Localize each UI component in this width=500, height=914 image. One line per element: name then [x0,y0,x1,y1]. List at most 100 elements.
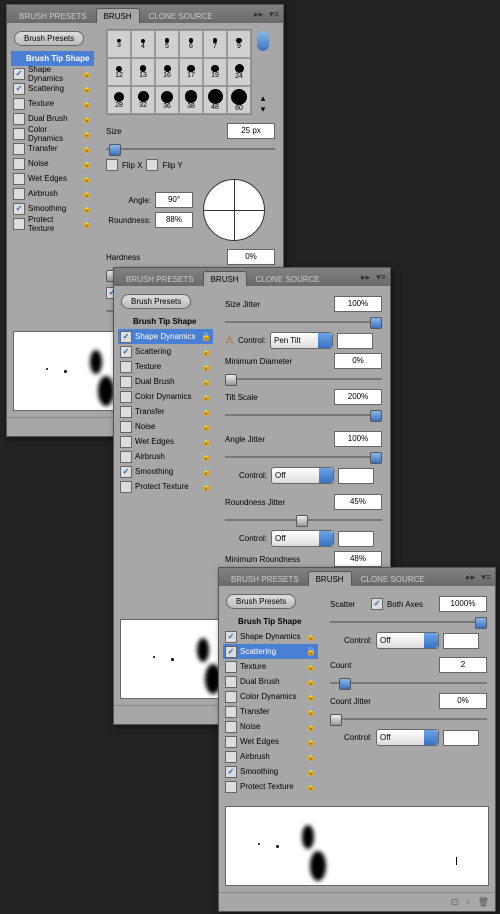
brush-swatch[interactable]: 60 [227,86,251,114]
brush-grid-scroll[interactable]: ▴▾ [256,29,270,115]
lock-icon[interactable]: 🔒 [306,752,316,762]
sidebar-item-airbrush[interactable]: Airbrush🔒 [223,749,318,764]
checkbox-icon[interactable] [225,661,237,673]
brush-swatch[interactable]: 48 [203,86,227,114]
angle-jitter-input[interactable]: 100% [334,431,382,447]
checkbox-icon[interactable] [225,631,237,643]
tab-clone-source[interactable]: CLONE SOURCE [141,8,221,23]
sidebar-item-airbrush[interactable]: Airbrush🔒 [11,186,94,201]
sidebar-item-scattering[interactable]: Scattering🔒 [11,81,94,96]
checkbox-icon[interactable] [120,406,132,418]
brush-swatch[interactable]: 16 [155,58,179,86]
brush-swatch[interactable]: 17 [179,58,203,86]
lock-icon[interactable]: 🔒 [82,129,92,139]
min-roundness-input[interactable]: 48% [334,551,382,567]
count-slider[interactable] [330,677,487,689]
sidebar-item-scattering[interactable]: Scattering🔒 [118,344,213,359]
brush-swatch[interactable]: 36 [155,86,179,114]
checkbox-icon[interactable] [13,83,25,95]
count-jitter-slider[interactable] [330,713,487,725]
sidebar-item-color-dynamics[interactable]: Color Dynamics🔒 [223,689,318,704]
checkbox-icon[interactable] [120,376,132,388]
brush-swatch[interactable]: 7 [203,30,227,58]
collapse-icon[interactable]: ▸▸ [466,572,475,583]
lock-icon[interactable]: 🔒 [201,377,211,387]
roundness-jitter-slider[interactable] [225,514,382,526]
checkbox-icon[interactable] [13,158,25,170]
brush-swatch[interactable]: 28 [107,86,131,114]
sidebar-item-protect-texture[interactable]: Protect Texture🔒 [11,216,94,231]
brush-presets-button[interactable]: Brush Presets [226,594,296,609]
lock-icon[interactable]: 🔒 [82,69,92,79]
both-axes-checkbox[interactable] [371,598,383,610]
roundness-input[interactable]: 88% [155,212,193,228]
brush-presets-button[interactable]: Brush Presets [14,31,84,46]
lock-icon[interactable]: 🔒 [306,662,316,672]
lock-icon[interactable]: 🔒 [201,332,211,342]
checkbox-icon[interactable] [225,706,237,718]
sidebar-item-shape-dynamics[interactable]: Shape Dynamics🔒 [223,629,318,644]
flipx-checkbox[interactable] [106,159,118,171]
control-value-2[interactable] [338,468,374,484]
arrow-up-icon[interactable]: ▴ [261,93,266,104]
sidebar-item-texture[interactable]: Texture🔒 [11,96,94,111]
menu-icon[interactable]: ▾≡ [481,572,491,583]
checkbox-icon[interactable] [225,676,237,688]
checkbox-icon[interactable] [13,218,25,230]
sidebar-item-protect-texture[interactable]: Protect Texture🔒 [223,779,318,794]
lock-icon[interactable]: 🔒 [306,677,316,687]
checkbox-icon[interactable] [225,721,237,733]
sidebar-item-airbrush[interactable]: Airbrush🔒 [118,449,213,464]
hardness-input[interactable]: 0% [227,249,275,265]
checkbox-icon[interactable] [120,421,132,433]
brush-swatch[interactable]: 9 [227,30,251,58]
checkbox-icon[interactable] [13,128,25,140]
sidebar-item-dual-brush[interactable]: Dual Brush🔒 [223,674,318,689]
sidebar-item-smoothing[interactable]: Smoothing🔒 [223,764,318,779]
sidebar-item-color-dynamics[interactable]: Color Dynamics🔒 [118,389,213,404]
size-slider[interactable] [106,143,275,155]
checkbox-icon[interactable] [120,346,132,358]
min-diameter-slider[interactable] [225,373,382,385]
checkbox-icon[interactable] [225,736,237,748]
checkbox-icon[interactable] [13,113,25,125]
lock-icon[interactable]: 🔒 [82,204,92,214]
angle-jitter-slider[interactable] [225,451,382,463]
lock-icon[interactable]: 🔒 [201,437,211,447]
sidebar-item-scattering[interactable]: Scattering🔒 [223,644,318,659]
brush-swatch[interactable]: 13 [131,58,155,86]
lock-icon[interactable]: 🔒 [306,692,316,702]
count-jitter-control-value[interactable] [443,730,479,746]
sidebar-brush-tip[interactable]: Brush Tip Shape [223,614,318,629]
checkbox-icon[interactable] [225,781,237,793]
angle-input[interactable]: 90° [155,192,193,208]
sidebar-item-texture[interactable]: Texture🔒 [118,359,213,374]
brush-swatch[interactable]: 19 [203,58,227,86]
lock-icon[interactable]: 🔒 [82,219,92,229]
brush-swatch[interactable]: 38 [179,86,203,114]
checkbox-icon[interactable] [13,203,25,215]
lock-icon[interactable]: 🔒 [201,392,211,402]
brush-presets-button[interactable]: Brush Presets [121,294,191,309]
collapse-icon[interactable]: ▸▸ [361,272,370,283]
control-select-2[interactable]: Off▴▾ [271,467,334,484]
lock-icon[interactable]: 🔒 [306,767,316,777]
tab-brush[interactable]: BRUSH [203,271,247,286]
tilt-scale-input[interactable]: 200% [334,389,382,405]
checkbox-icon[interactable] [120,481,132,493]
size-jitter-input[interactable]: 100% [334,296,382,312]
brush-grid[interactable]: 345679121316171924283236384860 [106,29,252,115]
brush-swatch[interactable]: 5 [155,30,179,58]
brush-swatch[interactable]: 4 [131,30,155,58]
control-value-1[interactable] [337,333,373,349]
sidebar-item-shape-dynamics[interactable]: Shape Dynamics🔒 [11,66,94,81]
control-select-1[interactable]: Pen Tilt▴▾ [270,332,333,349]
checkbox-icon[interactable] [225,646,237,658]
lock-icon[interactable]: 🔒 [82,99,92,109]
roundness-jitter-input[interactable]: 45% [334,494,382,510]
checkbox-icon[interactable] [225,691,237,703]
new-icon[interactable]: ▫ [466,897,469,907]
sidebar-item-noise[interactable]: Noise🔒 [118,419,213,434]
sidebar-item-smoothing[interactable]: Smoothing🔒 [118,464,213,479]
checkbox-icon[interactable] [120,331,132,343]
